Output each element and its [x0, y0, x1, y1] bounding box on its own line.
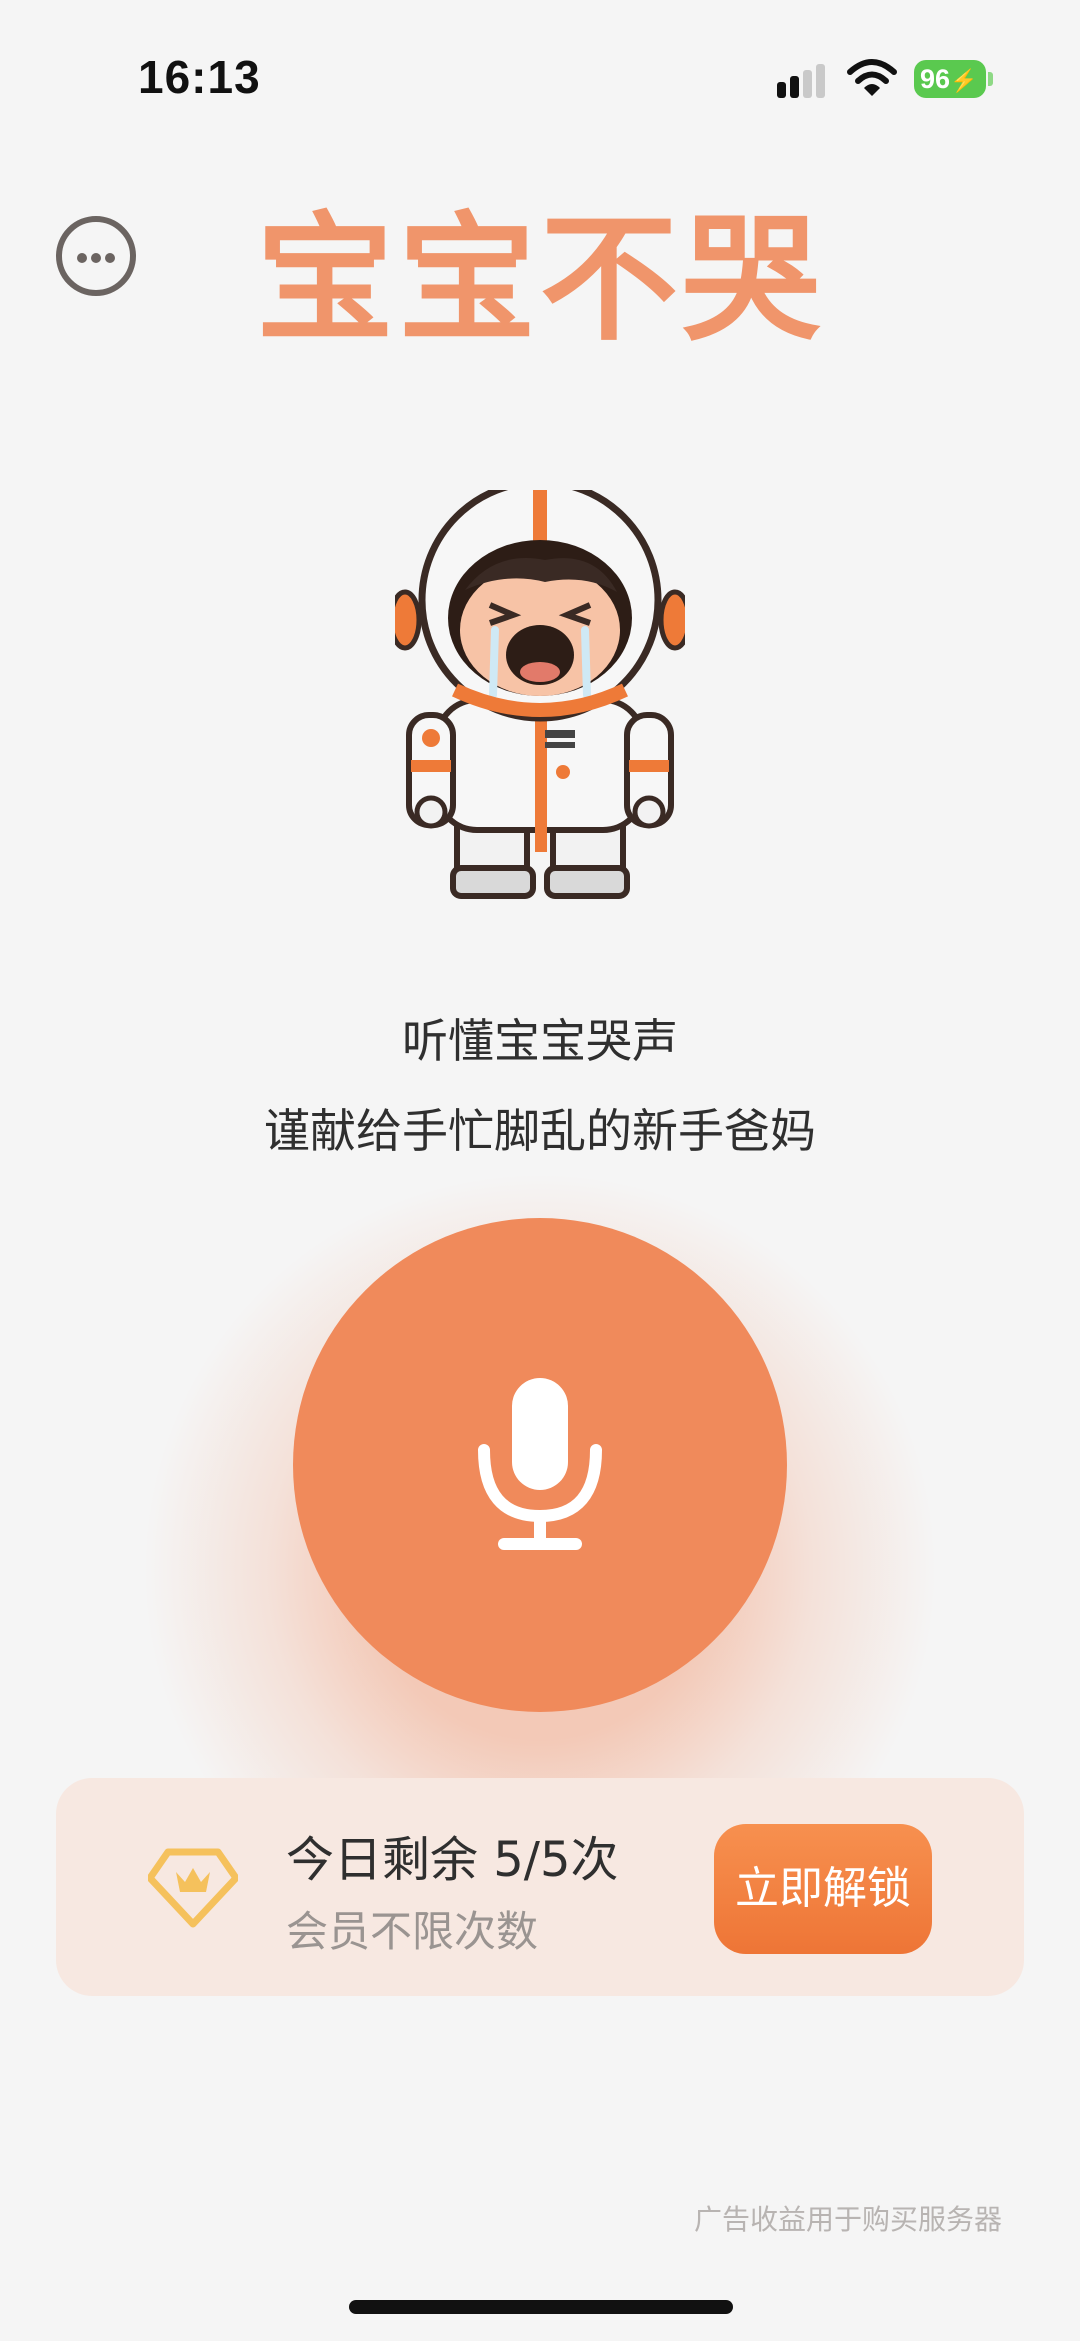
tagline-line-1: 听懂宝宝哭声 — [402, 1014, 678, 1068]
unlock-button[interactable]: 立即解锁 — [714, 1824, 932, 1954]
wifi-icon — [847, 59, 897, 96]
vip-crown-icon — [148, 1848, 238, 1928]
quota-card: 今日剩余 5/5次 会员不限次数 立即解锁 — [56, 1778, 1024, 1996]
battery-level: 96 — [920, 64, 951, 94]
home-indicator[interactable] — [349, 2300, 733, 2314]
microphone-icon — [478, 1378, 602, 1550]
battery-tip — [988, 72, 993, 86]
status-time: 16:13 — [138, 51, 261, 103]
record-button[interactable] — [293, 1218, 787, 1712]
status-bar: 16:13 96⚡ — [0, 0, 1080, 150]
battery-icon: 96⚡ — [914, 60, 986, 98]
ad-revenue-note: 广告收益用于购买服务器 — [693, 2203, 1002, 2236]
signal-icon — [777, 64, 825, 98]
remaining-quota: 今日剩余 5/5次 — [286, 1832, 619, 1888]
membership-note: 会员不限次数 — [286, 1907, 539, 1956]
page-title: 宝宝不哭 — [255, 199, 824, 360]
crying-astronaut-baby-illustration — [395, 490, 685, 899]
charging-bolt-icon: ⚡ — [950, 68, 978, 93]
tagline-line-2: 谨献给手忙脚乱的新手爸妈 — [264, 1104, 816, 1158]
